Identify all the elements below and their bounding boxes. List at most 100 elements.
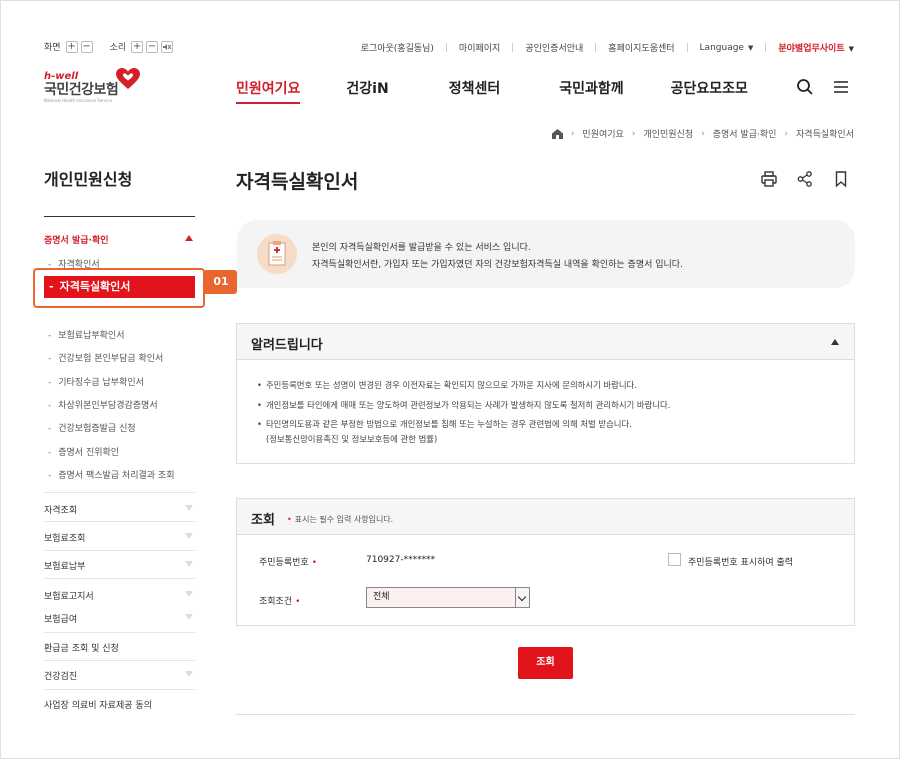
sidebar-sub-item[interactable]: 증명서 팩스발급 처리결과 조회 <box>48 468 174 481</box>
sidebar-sub-item[interactable]: 증명서 진위확인 <box>48 445 119 458</box>
home-icon[interactable] <box>551 128 563 139</box>
heart-logo-icon <box>116 68 140 89</box>
sidebar-category-certificates[interactable]: 증명서 발급·확인 <box>44 233 195 246</box>
screen-zoom-out-button[interactable]: − <box>80 40 93 53</box>
utility-links: 로그아웃(홍길동님) 마이페이지 공인인증서안내 홈페이지도움센터 Langua… <box>361 41 854 55</box>
mypage-link[interactable]: 마이페이지 <box>459 41 500 54</box>
mute-icon[interactable] <box>161 40 174 53</box>
caret-down-icon <box>185 671 193 677</box>
caret-down-icon <box>185 533 193 539</box>
print-icon[interactable] <box>760 170 778 188</box>
certificate-guide-link[interactable]: 공인인증서안내 <box>525 41 583 54</box>
sidebar-category[interactable]: 보험료조회 <box>44 531 195 544</box>
divider <box>44 521 195 522</box>
caret-up-icon[interactable] <box>831 339 839 345</box>
gnb-policy-center[interactable]: 정책센터 <box>449 78 501 98</box>
sidebar-category[interactable]: 자격조회 <box>44 503 195 516</box>
gnb-minwon[interactable]: 민원여기요 <box>236 78 301 104</box>
caret-down-icon <box>185 591 193 597</box>
divider <box>44 660 195 661</box>
help-center-link[interactable]: 홈페이지도움센터 <box>608 41 674 54</box>
page-tools <box>760 170 850 188</box>
breadcrumb-item[interactable]: 증명서 발급·확인 <box>713 127 777 140</box>
caret-down-icon: ▼ <box>848 45 854 53</box>
sidebar-category[interactable]: 사업장 의료비 자료제공 동의 <box>44 698 195 711</box>
sidebar-sub-item[interactable]: 건강보험증발급 신청 <box>48 421 135 434</box>
sidebar-category[interactable]: 건강검진 <box>44 669 195 682</box>
chevron-right-icon: › <box>570 128 575 139</box>
department-sites-dropdown[interactable]: 분야별업무사이트 ▼ <box>778 41 854 54</box>
gnb-tools <box>796 78 850 96</box>
show-rrn-label[interactable]: 주민등록번호 표시하여 출력 <box>688 555 793 568</box>
lookup-submit-button[interactable]: 조회 <box>518 647 573 679</box>
divider <box>44 550 195 551</box>
search-icon[interactable] <box>796 78 814 96</box>
breadcrumb: › 민원여기요 › 개인민원신청 › 증명서 발급·확인 › 자격득실확인서 <box>551 127 854 140</box>
intro-line: 자격득실확인서란, 가입자 또는 가입자였던 자의 건강보험자격득실 내역을 확… <box>312 260 683 270</box>
gnb-health-in[interactable]: 건강iN <box>346 78 388 98</box>
sidebar-category[interactable]: 보험료고지서 <box>44 589 195 602</box>
notice-header[interactable]: 알려드립니다 <box>237 324 854 360</box>
caret-down-icon: ▼ <box>747 43 754 52</box>
sidebar-sub-item[interactable]: 차상위본인부담경감증명서 <box>48 398 157 411</box>
sidebar-sub-item[interactable]: 보험료납부확인서 <box>48 328 124 341</box>
global-nav: 민원여기요 건강iN 정책센터 국민과함께 공단요모조모 <box>236 78 748 104</box>
chevron-right-icon: › <box>784 128 789 139</box>
notice-item-cont: (정보통신망이용촉진 및 정보보호등에 관한 법률) <box>266 434 438 444</box>
show-rrn-checkbox[interactable] <box>668 553 681 566</box>
page-title: 자격득실확인서 <box>236 171 359 193</box>
share-icon[interactable] <box>796 170 814 188</box>
accessibility-controls: 화면 + − 소리 + − <box>44 40 176 53</box>
notice-item: 타인명의도용과 같은 부정한 방법으로 개인정보를 침해 또는 누설하는 경우 … <box>257 418 632 430</box>
caret-down-icon <box>185 614 193 620</box>
lookup-form: 조회 • 표시는 필수 입력 사항입니다. 주민등록번호 • 710927-****… <box>236 498 855 626</box>
sidebar-sub-item[interactable]: 건강보험 본인부담금 확인서 <box>48 351 163 364</box>
gnb-about[interactable]: 공단요모조모 <box>671 78 748 98</box>
gnb-with-people[interactable]: 국민과함께 <box>559 78 623 98</box>
notice-panel: 알려드립니다 주민등록번호 또는 성명이 변경된 경우 이전자료는 확인되지 않… <box>236 323 855 464</box>
menu-icon[interactable] <box>832 78 850 96</box>
form-title: 조회 <box>251 513 275 528</box>
sidebar-sub-item-active[interactable]: - 자격득실확인서 <box>44 276 195 298</box>
sound-up-button[interactable]: + <box>131 40 144 53</box>
caret-up-icon <box>185 235 193 241</box>
rrn-label: 주민등록번호 • <box>259 558 317 568</box>
document-icon <box>257 234 297 274</box>
intro-line: 본인의 자격득실확인서를 발급받을 수 있는 서비스 입니다. <box>312 243 531 253</box>
screen-zoom-in-button[interactable]: + <box>65 40 78 53</box>
rrn-value: 710927-******* <box>366 555 436 565</box>
chevron-right-icon: › <box>631 128 636 139</box>
notice-item: 개인정보를 타인에게 매매 또는 양도하여 관련정보가 악용되는 사례가 발생하… <box>257 399 670 411</box>
logout-link[interactable]: 로그아웃(홍길동님) <box>361 41 434 54</box>
chevron-down-icon <box>515 588 529 607</box>
sidebar-sub-item[interactable]: 기타징수금 납부확인서 <box>48 375 144 388</box>
divider <box>236 714 855 715</box>
required-note: • 표시는 필수 입력 사항입니다. <box>287 515 394 524</box>
sound-down-button[interactable]: − <box>146 40 159 53</box>
breadcrumb-item[interactable]: 개인민원신청 <box>643 127 693 140</box>
divider <box>44 492 195 493</box>
caret-down-icon <box>185 561 193 567</box>
sidebar-category[interactable]: 환급금 조회 및 신청 <box>44 641 195 654</box>
chevron-right-icon: › <box>701 128 705 139</box>
sound-label: 소리 <box>109 43 127 53</box>
breadcrumb-item[interactable]: 민원여기요 <box>582 127 623 140</box>
language-dropdown[interactable]: Language ▼ <box>700 43 754 53</box>
sidebar-category[interactable]: 보험급여 <box>44 612 195 625</box>
step-badge: 01 <box>205 270 237 294</box>
nhis-logo[interactable]: h-well 국민건강보험 National Health Insurance … <box>44 68 144 112</box>
sidebar-category[interactable]: 보험료납부 <box>44 559 195 572</box>
notice-title: 알려드립니다 <box>251 338 323 353</box>
notice-item: 주민등록번호 또는 성명이 변경된 경우 이전자료는 확인되지 않으므로 가까운… <box>257 379 637 391</box>
service-intro-box: 본인의 자격득실확인서를 발급받을 수 있는 서비스 입니다. 자격득실확인서란… <box>237 220 855 288</box>
condition-label: 조회조건 • <box>259 597 301 607</box>
caret-down-icon <box>185 505 193 511</box>
bookmark-icon[interactable] <box>832 170 850 188</box>
form-header: 조회 • 표시는 필수 입력 사항입니다. <box>237 499 854 535</box>
divider <box>44 578 195 579</box>
divider <box>44 689 195 690</box>
screen-size-label: 화면 <box>44 43 61 53</box>
condition-select[interactable]: 전체 <box>366 587 530 608</box>
divider <box>44 632 195 633</box>
sidebar-title: 개인민원신청 <box>44 170 133 189</box>
